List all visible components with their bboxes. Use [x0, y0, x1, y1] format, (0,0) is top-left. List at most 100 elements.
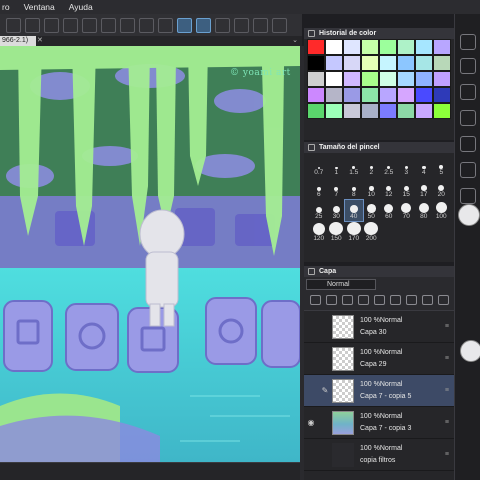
color-swatch[interactable] [325, 103, 343, 119]
brush-size-option[interactable]: 3 [398, 156, 416, 177]
color-swatch[interactable] [361, 87, 379, 103]
brush-size-option[interactable]: 1 [328, 156, 346, 177]
color-swatch[interactable] [379, 103, 397, 119]
color-swatch[interactable] [361, 55, 379, 71]
toolbar-icon-1[interactable] [6, 17, 21, 33]
navigator-icon[interactable] [460, 34, 476, 50]
layer-row[interactable]: 100 %Normal Capa 29 ≡ [304, 343, 454, 375]
brush-size-option[interactable]: 20 [433, 178, 451, 199]
layer-row[interactable]: 100 %Normal Capa 30 ≡ [304, 311, 454, 343]
color-swatch[interactable] [379, 55, 397, 71]
delete-layer-icon[interactable] [438, 295, 449, 305]
color-swatch[interactable] [433, 87, 451, 103]
settings-icon[interactable] [460, 188, 476, 204]
toolbar-icon-13[interactable] [234, 17, 249, 33]
layer-property-icon[interactable] [460, 84, 476, 100]
drawing-canvas[interactable]: © yoami art [0, 46, 300, 462]
color-swatch[interactable] [307, 39, 325, 55]
toolbar-icon-12[interactable] [215, 17, 230, 33]
menu-item-window[interactable]: Ventana [24, 2, 55, 12]
brush-size-option[interactable]: 30 [328, 200, 346, 221]
pen-tool-button[interactable] [458, 204, 480, 226]
brush-size-option[interactable]: 50 [363, 200, 381, 221]
color-swatch[interactable] [307, 103, 325, 119]
color-wheel-icon[interactable] [460, 136, 476, 152]
layer-tool-1-icon[interactable] [310, 295, 321, 305]
layer-row[interactable]: 100 %Normal copia filtros ≡ [304, 439, 454, 471]
color-swatch[interactable] [343, 103, 361, 119]
brush-size-option[interactable]: 5 [433, 156, 451, 177]
brush-size-option[interactable]: 7 [328, 178, 346, 199]
drag-handle-icon[interactable]: ≡ [445, 387, 449, 394]
color-swatch[interactable] [379, 71, 397, 87]
color-swatch[interactable] [361, 103, 379, 119]
brush-size-option[interactable]: 100 [433, 200, 451, 221]
brush-size-option[interactable]: 8 [345, 178, 363, 199]
color-swatch[interactable] [325, 39, 343, 55]
toolbar-icon-7[interactable] [120, 17, 135, 33]
menu-item-ro[interactable]: ro [2, 2, 10, 12]
toolbar-icon-4[interactable] [63, 17, 78, 33]
color-swatch[interactable] [415, 87, 433, 103]
color-swatch[interactable] [379, 87, 397, 103]
color-swatch[interactable] [415, 55, 433, 71]
toolbar-icon-9[interactable] [158, 17, 173, 33]
toolbar-icon-5[interactable] [82, 17, 97, 33]
brush-size-option[interactable]: 2.5 [380, 156, 398, 177]
color-swatch[interactable] [379, 39, 397, 55]
color-swatch[interactable] [433, 55, 451, 71]
brush-size-option[interactable]: 10 [363, 178, 381, 199]
color-swatch[interactable] [433, 39, 451, 55]
color-swatch[interactable] [343, 71, 361, 87]
close-icon[interactable]: ✕ [37, 36, 43, 46]
toolbar-icon-2[interactable] [25, 17, 40, 33]
color-swatch[interactable] [397, 87, 415, 103]
brush-size-option[interactable]: 1.5 [345, 156, 363, 177]
brush-size-option[interactable]: 70 [398, 200, 416, 221]
color-swatch[interactable] [415, 39, 433, 55]
color-swatch[interactable] [361, 71, 379, 87]
layer-tool-8-icon[interactable] [422, 295, 433, 305]
brush-size-option[interactable]: 120 [310, 222, 328, 243]
chevron-down-icon[interactable]: ⌄ [292, 36, 298, 46]
brush-size-option[interactable]: 6 [310, 178, 328, 199]
layer-tool-7-icon[interactable] [406, 295, 417, 305]
layer-row[interactable]: ◉ 100 %Normal Capa 7 - copia 3 ≡ [304, 407, 454, 439]
layer-tool-4-icon[interactable] [358, 295, 369, 305]
brush-size-option[interactable]: 12 [380, 178, 398, 199]
material-icon[interactable] [460, 110, 476, 126]
toolbar-icon-14[interactable] [253, 17, 268, 33]
brush-size-option[interactable]: 40 [344, 199, 364, 222]
color-swatch[interactable] [343, 87, 361, 103]
eye-icon[interactable] [460, 162, 476, 178]
brush-size-option[interactable]: 170 [345, 222, 363, 243]
pen-snap-icon[interactable] [196, 17, 211, 33]
sub-tool-icon[interactable] [460, 58, 476, 74]
layer-tool-5-icon[interactable] [374, 295, 385, 305]
brush-size-option[interactable]: 80 [415, 200, 433, 221]
toolbar-icon-8[interactable] [139, 17, 154, 33]
visibility-icon[interactable]: ◉ [304, 418, 318, 427]
drag-handle-icon[interactable]: ≡ [445, 419, 449, 426]
color-swatch[interactable] [325, 87, 343, 103]
layer-tool-2-icon[interactable] [326, 295, 337, 305]
brush-size-option[interactable]: 17 [415, 178, 433, 199]
drag-handle-icon[interactable]: ≡ [445, 451, 449, 458]
color-swatch[interactable] [361, 39, 379, 55]
color-swatch[interactable] [397, 71, 415, 87]
layer-tool-3-icon[interactable] [342, 295, 353, 305]
color-swatch[interactable] [307, 55, 325, 71]
color-swatch[interactable] [415, 71, 433, 87]
ruler-snap-icon[interactable] [177, 17, 192, 33]
color-swatch[interactable] [343, 39, 361, 55]
brush-size-option[interactable]: 15 [398, 178, 416, 199]
menu-item-help[interactable]: Ayuda [69, 2, 93, 12]
color-swatch[interactable] [325, 55, 343, 71]
brush-size-option[interactable]: 2 [363, 156, 381, 177]
toolbar-icon-15[interactable] [272, 17, 287, 33]
drag-handle-icon[interactable]: ≡ [445, 355, 449, 362]
brush-size-option[interactable]: 200 [363, 222, 381, 243]
brush-size-option[interactable]: 60 [380, 200, 398, 221]
brush-size-option[interactable]: 150 [328, 222, 346, 243]
color-swatch[interactable] [397, 103, 415, 119]
